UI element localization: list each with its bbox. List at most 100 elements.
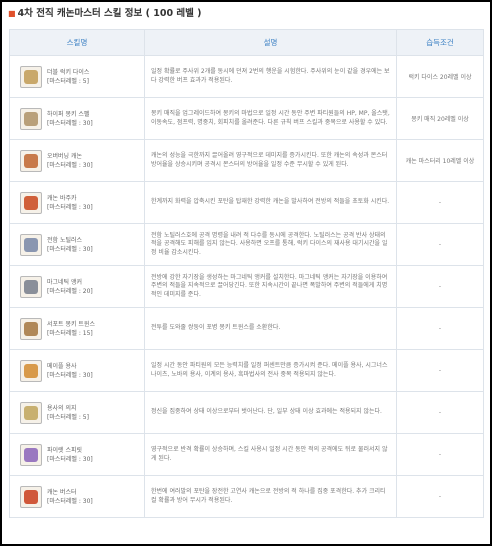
table-row: 하이퍼 몽키 스펠 [마스터레벨 : 30] 몽키 매직을 업그레이드하여 몽키의 … [9, 97, 484, 140]
page-title-text: 4차 전직 캐논마스터 스킬 정보 ( 100 레벨 ) [17, 8, 202, 19]
table-row: 전함 노틸러스 [마스터레벨 : 30] 전함 노틸러스호에 공격 명령을 내려 적… [9, 223, 484, 266]
page-title: ■ 4차 전직 캐논마스터 스킬 정보 ( 100 레벨 ) [8, 6, 202, 22]
skill-description: 일정 확률로 주사위 2개를 동시에 던져 2번의 행운을 시험한다. 주사위의… [144, 55, 397, 98]
buster-icon [20, 485, 42, 508]
column-header-condition: 습득조건 [396, 29, 484, 56]
skill-condition: - [396, 307, 484, 350]
skill-cell: 오버버닝 캐논 [마스터레벨 : 30] [9, 139, 145, 182]
skill-name-block: 파이렛 스피릿 [마스터레벨 : 30] [10, 443, 144, 466]
skill-name: 하이퍼 몽키 스펠 [47, 110, 90, 118]
skill-names: 더블 럭키 다이스 [마스터레벨 : 5] [47, 68, 89, 86]
skill-name-block: 더블 럭키 다이스 [마스터레벨 : 5] [10, 65, 144, 88]
table-row: 더블 럭키 다이스 [마스터레벨 : 5] 일정 확률로 주사위 2개를 동시에 던… [9, 55, 484, 98]
skill-cell: 캐논 바주카 [마스터레벨 : 30] [9, 181, 145, 224]
skill-master-level: [마스터레벨 : 30] [47, 455, 93, 463]
skill-name-block: 캐논 버스터 [마스터레벨 : 30] [10, 485, 144, 508]
skill-condition: - [396, 349, 484, 392]
dice-icon [20, 65, 42, 88]
column-header-skill: 스킬명 [9, 29, 145, 56]
skill-condition: 몽키 매직 20레벨 이상 [396, 97, 484, 140]
skill-name-block: 하이퍼 몽키 스펠 [마스터레벨 : 30] [10, 107, 144, 130]
skill-names: 파이렛 스피릿 [마스터레벨 : 30] [47, 446, 93, 464]
bullet-icon: ■ [8, 9, 16, 18]
skill-names: 메이플 용사 [마스터레벨 : 30] [47, 362, 93, 380]
content-frame: ■ 4차 전직 캐논마스터 스킬 정보 ( 100 레벨 ) 스킬명 설명 습득조… [2, 2, 490, 544]
skill-name-block: 용사의 의지 [마스터레벨 : 5] [10, 401, 144, 424]
skill-name: 오버버닝 캐논 [47, 152, 83, 160]
table-row: 오버버닝 캐논 [마스터레벨 : 30] 캐논의 성능을 극한까지 끌어올려 영구적… [9, 139, 484, 182]
skill-master-level: [마스터레벨 : 30] [47, 119, 93, 127]
table-row: 파이렛 스피릿 [마스터레벨 : 30] 영구적으로 반격 확률이 상승하며, 스킬… [9, 433, 484, 476]
monkey-icon [20, 107, 42, 130]
skill-name: 메이플 용사 [47, 362, 77, 370]
skill-master-level: [마스터레벨 : 30] [47, 245, 93, 253]
skill-name-block: 오버버닝 캐논 [마스터레벨 : 30] [10, 149, 144, 172]
skill-name-block: 메이플 용사 [마스터레벨 : 30] [10, 359, 144, 382]
skill-condition: - [396, 475, 484, 518]
skill-name: 파이렛 스피릿 [47, 446, 83, 454]
skill-cell: 파이렛 스피릿 [마스터레벨 : 30] [9, 433, 145, 476]
skill-condition: - [396, 265, 484, 308]
skill-name: 마그네틱 앵커 [47, 278, 83, 286]
skill-cell: 마그네틱 앵커 [마스터레벨 : 20] [9, 265, 145, 308]
skill-name: 서포트 몽키 트윈스 [47, 320, 95, 328]
skill-description: 캐논의 성능을 극한까지 끌어올려 영구적으로 데미지를 증가시킨다. 또한 캐… [144, 139, 397, 182]
skill-description: 영구적으로 반격 확률이 상승하며, 스킬 사용시 일정 시간 동안 적의 공격… [144, 433, 397, 476]
table-row: 메이플 용사 [마스터레벨 : 30] 일정 시간 동안 파티원의 모든 능력치를 … [9, 349, 484, 392]
skill-master-level: [마스터레벨 : 20] [47, 287, 93, 295]
table-header-row: 스킬명 설명 습득조건 [9, 29, 484, 56]
spirit-icon [20, 443, 42, 466]
skill-names: 하이퍼 몽키 스펠 [마스터레벨 : 30] [47, 110, 93, 128]
skill-cell: 하이퍼 몽키 스펠 [마스터레벨 : 30] [9, 97, 145, 140]
skill-name: 전함 노틸러스 [47, 236, 83, 244]
skill-master-level: [마스터레벨 : 30] [47, 497, 93, 505]
skill-condition: - [396, 433, 484, 476]
skill-cell: 전함 노틸러스 [마스터레벨 : 30] [9, 223, 145, 266]
skill-names: 마그네틱 앵커 [마스터레벨 : 20] [47, 278, 93, 296]
skill-names: 캐논 버스터 [마스터레벨 : 30] [47, 488, 93, 506]
twins-icon [20, 317, 42, 340]
skill-description: 정신을 집중하여 상태 이상으로부터 벗어난다. 단, 일부 상태 이상 효과에… [144, 391, 397, 434]
skill-description: 한계까지 화력을 압축시킨 포탄을 탑재한 강력한 캐논을 발사하여 전방의 적… [144, 181, 397, 224]
skill-cell: 더블 럭키 다이스 [마스터레벨 : 5] [9, 55, 145, 98]
skill-name-block: 서포트 몽키 트윈스 [마스터레벨 : 15] [10, 317, 144, 340]
hero-icon [20, 359, 42, 382]
skill-master-level: [마스터레벨 : 30] [47, 371, 93, 379]
table-row: 캐논 바주카 [마스터레벨 : 30] 한계까지 화력을 압축시킨 포탄을 탑재한 … [9, 181, 484, 224]
skill-master-level: [마스터레벨 : 30] [47, 203, 93, 211]
skill-name: 더블 럭키 다이스 [47, 68, 90, 76]
skill-names: 서포트 몽키 트윈스 [마스터레벨 : 15] [47, 320, 95, 338]
table-row: 서포트 몽키 트윈스 [마스터레벨 : 15] 전투를 도와줄 쌍둥이 포병 몽키 … [9, 307, 484, 350]
skill-condition: 럭키 다이스 20레벨 이상 [396, 55, 484, 98]
skill-condition: - [396, 181, 484, 224]
skill-names: 오버버닝 캐논 [마스터레벨 : 30] [47, 152, 93, 170]
skill-table: 스킬명 설명 습득조건 더블 럭키 다이스 [마스터레벨 : 5] 일정 확률로 주… [9, 29, 484, 518]
skill-cell: 메이플 용사 [마스터레벨 : 30] [9, 349, 145, 392]
bazooka-icon [20, 191, 42, 214]
skill-cell: 용사의 의지 [마스터레벨 : 5] [9, 391, 145, 434]
anchor-icon [20, 275, 42, 298]
skill-names: 전함 노틸러스 [마스터레벨 : 30] [47, 236, 93, 254]
table-row: 용사의 의지 [마스터레벨 : 5] 정신을 집중하여 상태 이상으로부터 벗어난다… [9, 391, 484, 434]
table-row: 캐논 버스터 [마스터레벨 : 30] 한번에 여러발의 포탄을 장전한 고연사 캐… [9, 475, 484, 518]
skill-condition: - [396, 223, 484, 266]
skill-description: 일정 시간 동안 파티원의 모든 능력치를 일정 퍼센트만큼 증가시켜 준다. … [144, 349, 397, 392]
skill-description: 전함 노틸러스호에 공격 명령을 내려 적 다수를 동시에 공격한다. 노틸러스… [144, 223, 397, 266]
will-icon [20, 401, 42, 424]
skill-description: 몽키 매직을 업그레이드하여 몽키의 마법으로 일정 시간 동안 주변 파티원들… [144, 97, 397, 140]
skill-master-level: [마스터레벨 : 30] [47, 161, 93, 169]
skill-master-level: [마스터레벨 : 15] [47, 329, 93, 337]
skill-condition: - [396, 391, 484, 434]
skill-cell: 서포트 몽키 트윈스 [마스터레벨 : 15] [9, 307, 145, 350]
column-header-description: 설명 [144, 29, 397, 56]
skill-name-block: 캐논 바주카 [마스터레벨 : 30] [10, 191, 144, 214]
cannon-icon [20, 149, 42, 172]
skill-name-block: 마그네틱 앵커 [마스터레벨 : 20] [10, 275, 144, 298]
skill-name: 용사의 의지 [47, 404, 77, 412]
skill-name: 캐논 바주카 [47, 194, 77, 202]
skill-names: 캐논 바주카 [마스터레벨 : 30] [47, 194, 93, 212]
skill-name-block: 전함 노틸러스 [마스터레벨 : 30] [10, 233, 144, 256]
skill-names: 용사의 의지 [마스터레벨 : 5] [47, 404, 89, 422]
skill-master-level: [마스터레벨 : 5] [47, 77, 89, 85]
skill-cell: 캐논 버스터 [마스터레벨 : 30] [9, 475, 145, 518]
